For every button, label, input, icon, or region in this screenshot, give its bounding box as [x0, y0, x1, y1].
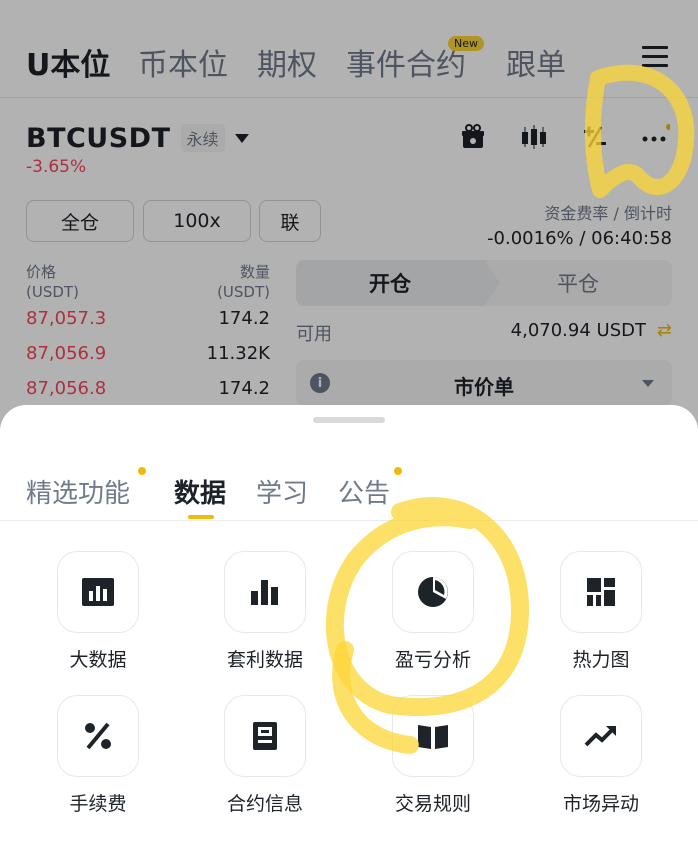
trending-up-icon	[584, 726, 616, 747]
feature-heatmap[interactable]: 热力图	[546, 551, 656, 671]
feature-label: 大数据	[69, 649, 127, 671]
feature-tile[interactable]	[224, 695, 306, 777]
feature-label: 热力图	[572, 649, 630, 671]
feature-trading-rules[interactable]: 交易规则	[378, 695, 488, 815]
feature-label: 盈亏分析	[394, 649, 471, 671]
tab-announcements[interactable]: 公告	[338, 473, 390, 510]
feature-market-movers[interactable]: 市场异动	[546, 695, 656, 815]
feature-fees[interactable]: 手续费	[43, 695, 153, 815]
feature-tile[interactable]	[392, 551, 474, 633]
feature-big-data[interactable]: 大数据	[43, 551, 153, 671]
feature-label: 市场异动	[562, 793, 639, 815]
tab-data[interactable]: 数据	[174, 473, 226, 510]
feature-tile[interactable]	[392, 695, 474, 777]
open-book-icon	[418, 725, 448, 749]
contract-document-icon	[253, 722, 277, 750]
feature-tile[interactable]	[57, 551, 139, 633]
notification-dot	[394, 467, 402, 475]
feature-tile[interactable]	[560, 695, 642, 777]
feature-tile[interactable]	[560, 551, 642, 633]
feature-label: 手续费	[69, 793, 127, 815]
feature-label: 套利数据	[226, 649, 303, 671]
tools-bottom-sheet: 精选功能 数据 学习 公告 大数据 套利数据 盈亏分析 热力图 手续费 合约信息…	[0, 405, 698, 859]
percent-icon	[85, 722, 111, 750]
feature-label: 合约信息	[226, 793, 303, 815]
feature-pnl-analysis[interactable]: 盈亏分析	[378, 551, 488, 671]
sheet-tab-bar: 精选功能 数据 学习 公告	[0, 465, 698, 521]
tab-featured[interactable]: 精选功能	[26, 473, 130, 510]
bar-chart-icon	[251, 580, 278, 605]
heatmap-grid-icon	[587, 578, 615, 606]
feature-tile[interactable]	[224, 551, 306, 633]
feature-label: 交易规则	[394, 793, 471, 815]
pie-chart-icon	[418, 577, 448, 607]
bar-chart-box-icon	[82, 578, 114, 606]
notification-dot	[138, 467, 146, 475]
active-tab-indicator	[188, 515, 214, 519]
feature-tile[interactable]	[57, 695, 139, 777]
sheet-drag-handle[interactable]	[313, 417, 385, 423]
feature-contract-info[interactable]: 合约信息	[210, 695, 320, 815]
feature-arbitrage-data[interactable]: 套利数据	[210, 551, 320, 671]
tab-learn[interactable]: 学习	[256, 473, 308, 510]
